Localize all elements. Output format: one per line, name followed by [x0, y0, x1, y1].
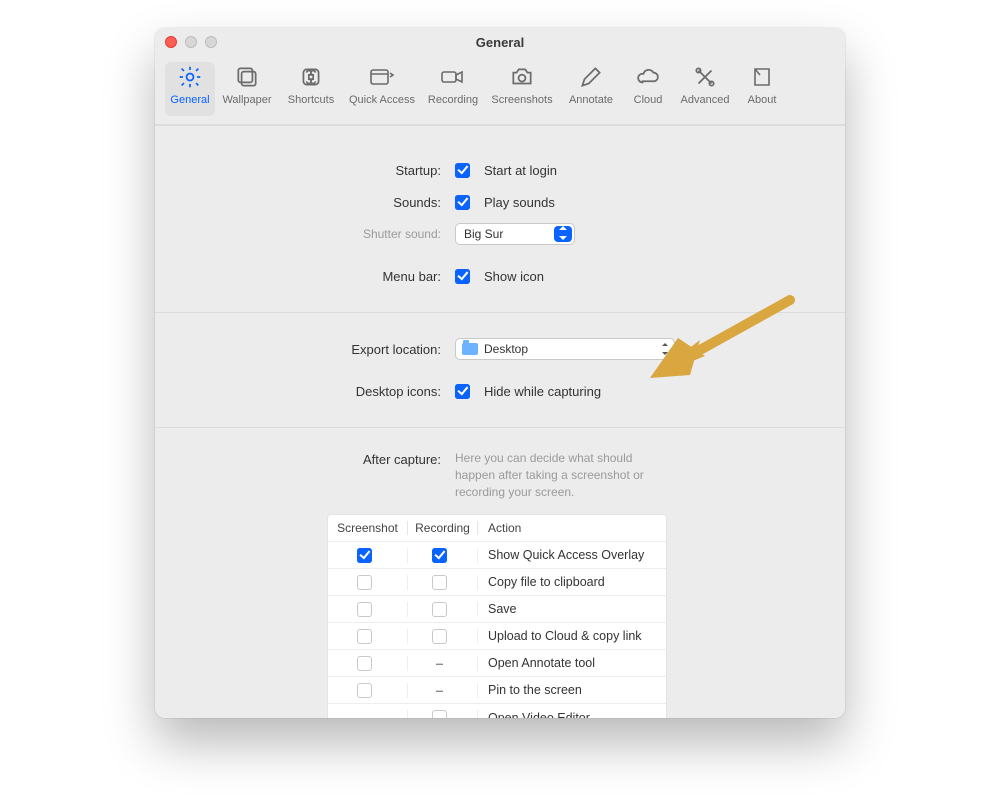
camera-icon: [504, 62, 540, 92]
table-row: Open Annotate tool: [328, 650, 666, 677]
about-icon: [744, 62, 780, 92]
chevron-updown-icon: [558, 226, 568, 243]
section-after-capture: After capture: Here you can decide what …: [155, 427, 845, 718]
label-startup: Startup:: [155, 163, 455, 178]
checkbox-label: Hide while capturing: [484, 384, 601, 399]
after-capture-table: Screenshot Recording Action Show Quick A…: [327, 514, 667, 718]
prefs-toolbar: General Wallpaper Shortcuts Quick Access: [155, 56, 845, 125]
tab-shortcuts[interactable]: Shortcuts: [279, 62, 343, 116]
quick-access-icon: [364, 62, 400, 92]
col-action: Action: [478, 521, 666, 535]
tab-screenshots[interactable]: Screenshots: [485, 62, 559, 116]
label-shutter-sound: Shutter sound:: [155, 227, 455, 241]
checkbox-screenshot: [357, 710, 372, 718]
tab-wallpaper[interactable]: Wallpaper: [215, 62, 279, 116]
label-after-capture: After capture:: [155, 450, 455, 467]
tab-general[interactable]: General: [165, 62, 215, 116]
tab-label: Shortcuts: [288, 94, 334, 106]
checkbox-recording[interactable]: [432, 710, 447, 718]
tab-label: Advanced: [681, 94, 730, 106]
tools-icon: [687, 62, 723, 92]
tab-label: About: [748, 94, 777, 106]
chevron-updown-icon: [661, 343, 669, 355]
table-row: Copy file to clipboard: [328, 569, 666, 596]
tab-about[interactable]: About: [737, 62, 787, 116]
after-capture-help: Here you can decide what should happen a…: [455, 450, 665, 500]
checkbox-hide-while-capturing[interactable]: [455, 384, 470, 399]
checkbox-label: Show icon: [484, 269, 544, 284]
pencil-icon: [573, 62, 609, 92]
checkbox-recording[interactable]: [432, 629, 447, 644]
checkbox-screenshot[interactable]: [357, 602, 372, 617]
action-label: Show Quick Access Overlay: [478, 548, 666, 562]
checkbox-recording[interactable]: [432, 602, 447, 617]
table-row: Open Video Editor: [328, 704, 666, 718]
gear-icon: [172, 62, 208, 92]
table-row: Pin to the screen: [328, 677, 666, 704]
label-desktop-icons: Desktop icons:: [155, 384, 455, 399]
action-label: Open Video Editor: [478, 711, 666, 718]
checkbox-screenshot[interactable]: [357, 548, 372, 563]
video-icon: [435, 62, 471, 92]
checkbox-recording: [432, 656, 447, 671]
command-icon: [293, 62, 329, 92]
checkbox-show-icon[interactable]: [455, 269, 470, 284]
action-label: Save: [478, 602, 666, 616]
folder-icon: [462, 343, 478, 355]
window-title: General: [476, 35, 524, 50]
action-label: Upload to Cloud & copy link: [478, 629, 666, 643]
table-row: Upload to Cloud & copy link: [328, 623, 666, 650]
checkbox-screenshot[interactable]: [357, 575, 372, 590]
col-screenshot: Screenshot: [328, 521, 408, 535]
tab-annotate[interactable]: Annotate: [559, 62, 623, 116]
table-row: Show Quick Access Overlay: [328, 542, 666, 569]
select-export-location[interactable]: Desktop: [455, 338, 675, 360]
checkbox-start-at-login[interactable]: [455, 163, 470, 178]
tab-cloud[interactable]: Cloud: [623, 62, 673, 116]
window-close-button[interactable]: [165, 36, 177, 48]
titlebar: General: [155, 28, 845, 56]
checkbox-screenshot[interactable]: [357, 656, 372, 671]
preferences-window: General General Wallpaper Shortcuts: [155, 28, 845, 718]
window-zoom-button[interactable]: [205, 36, 217, 48]
select-value: Desktop: [484, 342, 528, 356]
label-export-location: Export location:: [155, 342, 455, 357]
checkbox-recording[interactable]: [432, 548, 447, 563]
tab-label: Recording: [428, 94, 478, 106]
action-label: Open Annotate tool: [478, 656, 666, 670]
tab-label: Cloud: [634, 94, 663, 106]
checkbox-recording[interactable]: [432, 575, 447, 590]
cloud-icon: [630, 62, 666, 92]
window-minimize-button[interactable]: [185, 36, 197, 48]
tab-label: Wallpaper: [222, 94, 271, 106]
label-menu-bar: Menu bar:: [155, 269, 455, 284]
action-label: Pin to the screen: [478, 683, 666, 697]
checkbox-screenshot[interactable]: [357, 629, 372, 644]
select-shutter-sound[interactable]: Big Sur: [455, 223, 575, 245]
tab-quick-access[interactable]: Quick Access: [343, 62, 421, 116]
col-recording: Recording: [408, 521, 478, 535]
select-value: Big Sur: [464, 227, 503, 241]
checkbox-screenshot[interactable]: [357, 683, 372, 698]
tab-label: Screenshots: [491, 94, 552, 106]
tab-label: General: [170, 94, 209, 106]
section-export: Export location: Desktop Desktop icons: …: [155, 312, 845, 427]
checkbox-label: Start at login: [484, 163, 557, 178]
checkbox-recording: [432, 683, 447, 698]
table-row: Save: [328, 596, 666, 623]
wallpaper-icon: [229, 62, 265, 92]
tab-label: Annotate: [569, 94, 613, 106]
action-label: Copy file to clipboard: [478, 575, 666, 589]
checkbox-label: Play sounds: [484, 195, 555, 210]
table-header: Screenshot Recording Action: [328, 515, 666, 542]
section-startup: Startup: Start at login Sounds: Play sou…: [155, 125, 845, 312]
checkbox-play-sounds[interactable]: [455, 195, 470, 210]
tab-recording[interactable]: Recording: [421, 62, 485, 116]
tab-advanced[interactable]: Advanced: [673, 62, 737, 116]
tab-label: Quick Access: [349, 94, 415, 106]
label-sounds: Sounds:: [155, 195, 455, 210]
